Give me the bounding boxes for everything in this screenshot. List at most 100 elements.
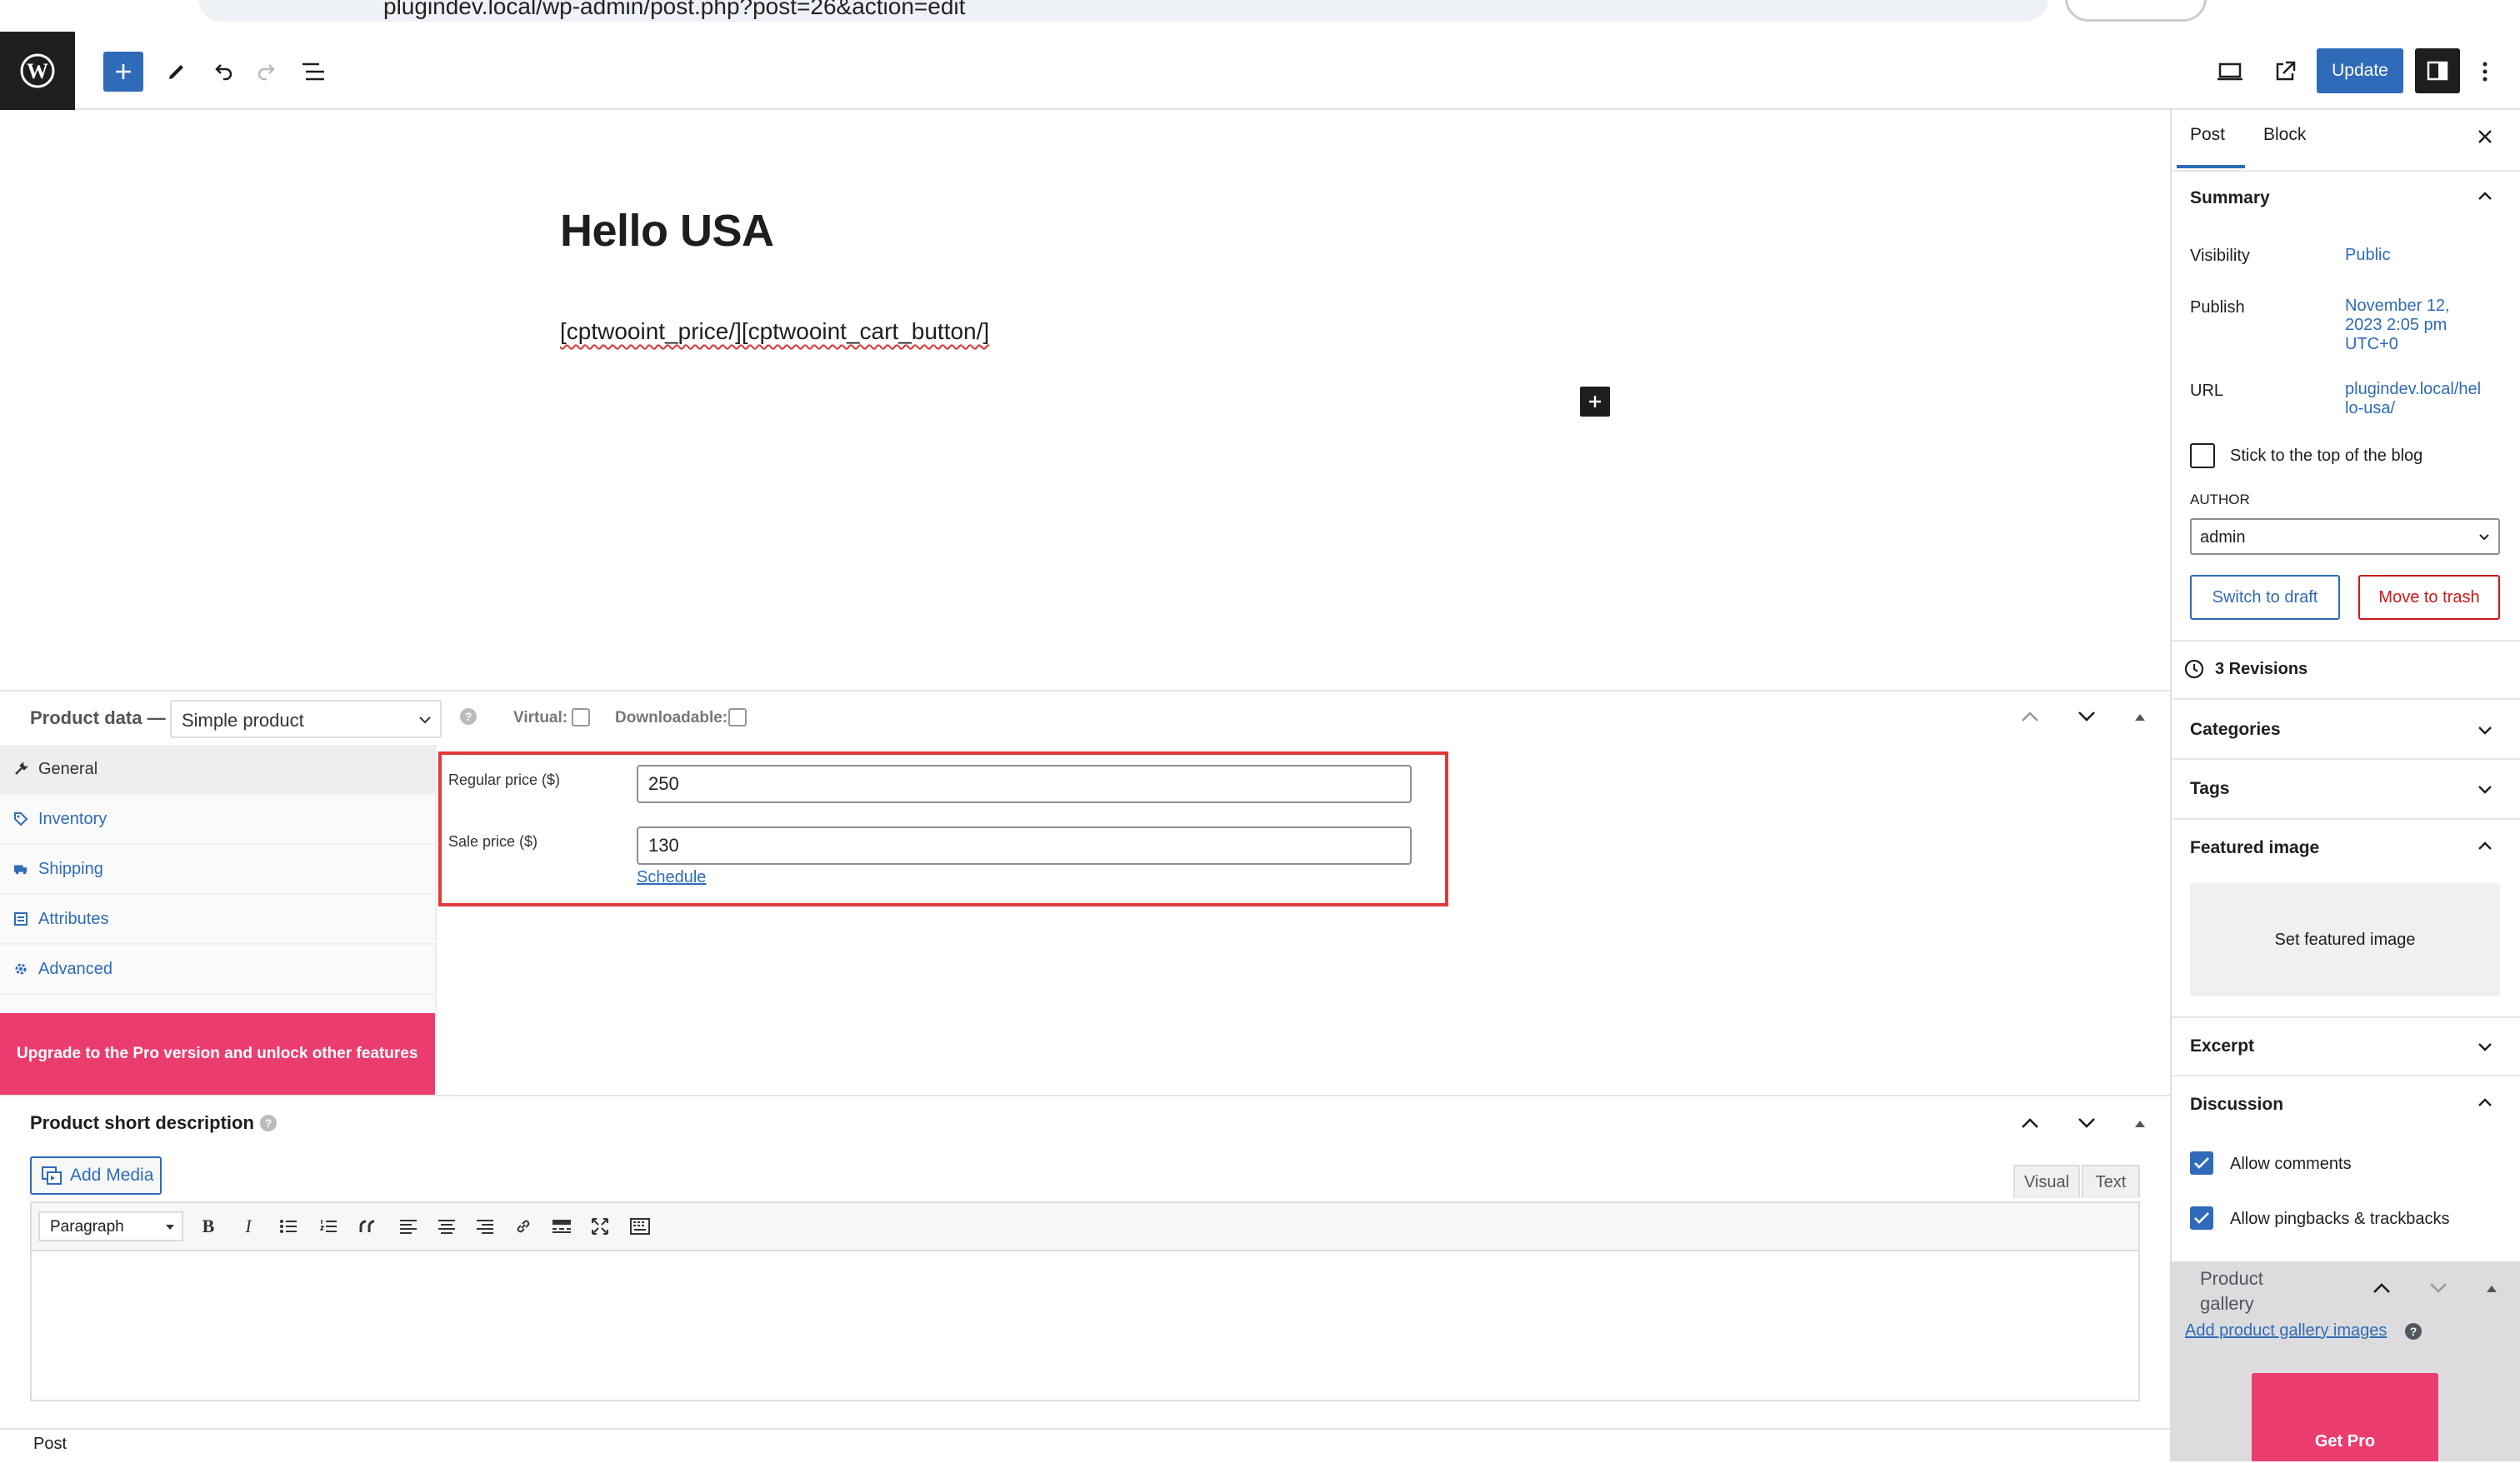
- pencil-icon[interactable]: [160, 55, 193, 88]
- url-link[interactable]: plugindev.local/hel lo-usa/: [2345, 380, 2481, 418]
- virtual-label: Virtual:: [513, 709, 568, 727]
- allow-pingbacks-checkbox[interactable]: [2190, 1206, 2213, 1230]
- chevron-down-icon[interactable]: [2475, 720, 2495, 740]
- more-options-icon[interactable]: [2468, 55, 2502, 88]
- help-icon[interactable]: ?: [260, 1115, 277, 1131]
- external-link-icon[interactable]: [2268, 55, 2302, 88]
- toggle-panel-icon[interactable]: [2485, 1283, 2498, 1293]
- tab-attributes[interactable]: Attributes: [0, 895, 435, 945]
- divider: [2172, 640, 2520, 642]
- blockquote-icon[interactable]: [353, 1211, 383, 1241]
- categories-title[interactable]: Categories: [2190, 720, 2281, 740]
- tab-shipping[interactable]: Shipping: [0, 845, 435, 895]
- virtual-checkbox[interactable]: [572, 708, 590, 727]
- move-down-icon[interactable]: [2077, 710, 2097, 723]
- toolbar-toggle-icon[interactable]: [625, 1211, 655, 1241]
- link-icon[interactable]: [508, 1211, 538, 1241]
- tab-inventory[interactable]: Inventory: [0, 795, 435, 845]
- tab-label: General: [38, 759, 98, 778]
- switch-to-draft-button[interactable]: Switch to draft: [2190, 575, 2340, 620]
- regular-price-input[interactable]: [637, 765, 1412, 803]
- settings-sidebar-toggle[interactable]: [2415, 48, 2460, 93]
- tab-general[interactable]: General: [0, 745, 435, 795]
- update-button[interactable]: Update: [2317, 48, 2403, 93]
- upgrade-pro-banner[interactable]: Upgrade to the Pro version and unlock ot…: [0, 1013, 435, 1095]
- tags-title[interactable]: Tags: [2190, 779, 2229, 799]
- help-icon[interactable]: ?: [2405, 1323, 2422, 1340]
- short-description-textarea[interactable]: [30, 1251, 2140, 1401]
- list-view-icon[interactable]: [297, 55, 330, 88]
- post-title[interactable]: Hello USA: [560, 205, 774, 257]
- get-pro-button[interactable]: Get Pro: [2252, 1373, 2438, 1461]
- add-block-icon[interactable]: [1580, 387, 1610, 417]
- toggle-panel-icon[interactable]: [2133, 712, 2147, 722]
- move-up-icon[interactable]: [2372, 1281, 2392, 1295]
- product-type-select[interactable]: Simple product: [170, 700, 442, 738]
- active-tab-indicator: [2177, 165, 2245, 168]
- summary-title[interactable]: Summary: [2190, 188, 2270, 208]
- chevron-down-icon[interactable]: [2475, 1036, 2495, 1056]
- chevron-up-icon[interactable]: [2475, 1093, 2495, 1113]
- align-right-icon[interactable]: [470, 1211, 500, 1241]
- read-more-icon[interactable]: [547, 1211, 577, 1241]
- editor-footer: [0, 1428, 2170, 1463]
- sale-price-input[interactable]: [637, 826, 1412, 865]
- italic-icon[interactable]: I: [233, 1211, 263, 1241]
- tag-icon: [13, 811, 28, 826]
- move-up-icon[interactable]: [2020, 710, 2040, 723]
- product-type-value: Simple product: [182, 710, 304, 731]
- preview-device-icon[interactable]: [2213, 55, 2247, 88]
- featured-image-title[interactable]: Featured image: [2190, 838, 2319, 858]
- gallery-title-line: Product: [2200, 1268, 2263, 1289]
- format-select[interactable]: Paragraph: [38, 1211, 183, 1241]
- undo-icon[interactable]: [207, 55, 240, 88]
- tab-text[interactable]: Text: [2082, 1165, 2140, 1198]
- fullscreen-icon[interactable]: [585, 1211, 615, 1241]
- tab-advanced[interactable]: Advanced: [0, 945, 435, 995]
- move-down-icon[interactable]: [2077, 1116, 2097, 1130]
- publish-date-link[interactable]: November 12, 2023 2:05 pm UTC+0: [2345, 297, 2450, 354]
- author-select[interactable]: admin: [2190, 518, 2500, 555]
- chevron-up-icon[interactable]: [2475, 187, 2495, 207]
- redo-icon[interactable]: [250, 55, 283, 88]
- move-to-trash-button[interactable]: Move to trash: [2358, 575, 2500, 620]
- discussion-title[interactable]: Discussion: [2190, 1095, 2283, 1115]
- move-up-icon[interactable]: [2020, 1116, 2040, 1130]
- set-featured-image-button[interactable]: Set featured image: [2190, 883, 2500, 996]
- align-left-icon[interactable]: [393, 1211, 423, 1241]
- chevron-up-icon[interactable]: [2475, 836, 2495, 856]
- sticky-checkbox[interactable]: [2190, 443, 2215, 468]
- add-media-button[interactable]: Add Media: [30, 1156, 162, 1195]
- bold-icon[interactable]: B: [193, 1211, 223, 1241]
- excerpt-title[interactable]: Excerpt: [2190, 1036, 2254, 1056]
- breadcrumb[interactable]: Post: [33, 1435, 67, 1454]
- toggle-panel-icon[interactable]: [2133, 1118, 2147, 1128]
- bullet-list-icon[interactable]: [273, 1211, 303, 1241]
- visibility-value[interactable]: Public: [2345, 246, 2390, 265]
- tab-post[interactable]: Post: [2190, 125, 2225, 145]
- downloadable-checkbox[interactable]: [728, 708, 747, 727]
- tab-visual[interactable]: Visual: [2013, 1165, 2080, 1198]
- revisions-link[interactable]: 3 Revisions: [2215, 660, 2308, 679]
- browser-extension-group[interactable]: [2065, 0, 2207, 22]
- wordpress-logo-icon[interactable]: W: [0, 32, 75, 110]
- history-icon: [2183, 658, 2205, 680]
- post-content-paragraph[interactable]: [cptwooint_price/][cptwooint_cart_button…: [560, 318, 989, 345]
- author-label: AUTHOR: [2190, 492, 2250, 507]
- add-gallery-images-link[interactable]: Add product gallery images: [2185, 1321, 2387, 1341]
- move-down-icon[interactable]: [2428, 1281, 2448, 1295]
- publish-date-line: UTC+0: [2345, 335, 2398, 353]
- schedule-link[interactable]: Schedule: [637, 868, 706, 887]
- publish-label: Publish: [2190, 298, 2245, 317]
- tab-label: Shipping: [38, 859, 103, 878]
- chevron-down-icon[interactable]: [2475, 779, 2495, 799]
- close-icon[interactable]: [2477, 128, 2493, 145]
- allow-comments-checkbox[interactable]: [2190, 1151, 2213, 1175]
- block-inserter-button[interactable]: [103, 52, 143, 92]
- help-icon[interactable]: ?: [460, 708, 477, 725]
- align-center-icon[interactable]: [432, 1211, 462, 1241]
- media-icon: [42, 1166, 62, 1185]
- numbered-list-icon[interactable]: [313, 1211, 343, 1241]
- tab-block[interactable]: Block: [2263, 125, 2306, 145]
- product-data-title: Product data —: [30, 707, 166, 728]
